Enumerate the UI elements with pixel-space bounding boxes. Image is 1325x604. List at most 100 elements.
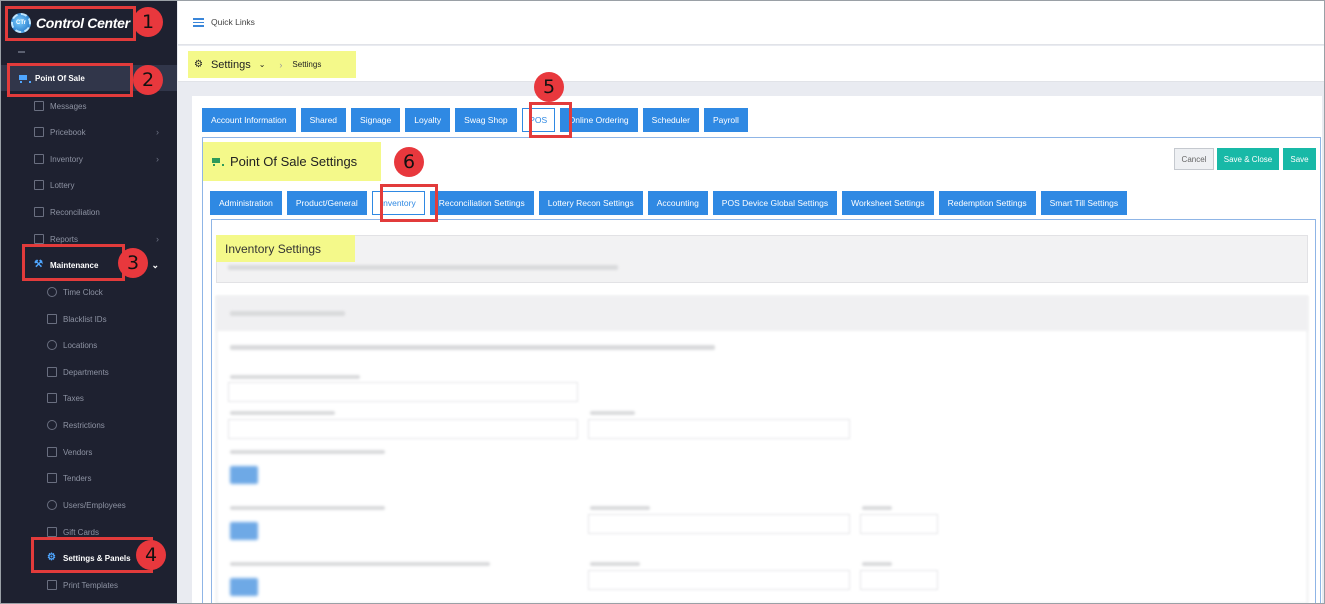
sidebar-item-inventory[interactable]: Inventory › (1, 146, 177, 172)
callout-number-3: 3 (118, 248, 148, 278)
chevron-down-icon: ⌄ (151, 259, 159, 270)
sidebar-subitem-print-templates[interactable]: Print Templates (1, 572, 177, 598)
blurred-text (590, 506, 650, 510)
breadcrumb-bar: ⚙ Settings ⌄ › Settings (178, 46, 1324, 82)
dollar-icon (47, 393, 57, 403)
gear-icon: ⚙ (47, 552, 56, 563)
tab-pos[interactable]: POS (521, 108, 555, 132)
callout-number-6: 6 (394, 147, 424, 177)
sidebar-item-label: Lottery (50, 180, 75, 190)
sidebar-item-label: Locations (63, 340, 98, 350)
sidebar-item-lottery[interactable]: Lottery (1, 172, 177, 198)
sidebar-item-label: Reports (50, 234, 79, 244)
breadcrumb: ⚙ Settings ⌄ › Settings (188, 51, 356, 78)
cart-icon (18, 74, 31, 83)
tab-payroll[interactable]: Payroll (703, 108, 748, 132)
sidebar-subitem-vendors[interactable]: Vendors (1, 439, 177, 465)
callout-number-1: 1 (133, 7, 163, 37)
subtab-pos-device-global-settings[interactable]: POS Device Global Settings (712, 191, 838, 215)
subtab-accounting[interactable]: Accounting (647, 191, 708, 215)
sidebar-item-reconciliation[interactable]: Reconciliation (1, 199, 177, 225)
cancel-button[interactable]: Cancel (1174, 148, 1214, 170)
sidebar-item-pricebook[interactable]: Pricebook › (1, 119, 177, 145)
callout-number-2: 2 (133, 65, 163, 95)
blurred-text (862, 562, 892, 566)
menu-icon (193, 17, 204, 27)
money-icon (47, 473, 57, 483)
subtab-inventory[interactable]: Inventory (371, 191, 425, 215)
subtab-worksheet-settings[interactable]: Worksheet Settings (842, 191, 934, 215)
sidebar-subitem-taxes[interactable]: Taxes (1, 385, 177, 411)
sidebar-subitem-tenders[interactable]: Tenders (1, 465, 177, 491)
sidebar-item-maintenance[interactable]: ⚒ Maintenance ⌄ (1, 252, 177, 278)
collapse-toggle[interactable] (18, 51, 25, 53)
sidebar-subitem-blacklist-ids[interactable]: Blacklist IDs (1, 306, 177, 332)
panel-title-text: Point Of Sale Settings (230, 154, 358, 169)
sidebar-subitem-locations[interactable]: Locations (1, 332, 177, 358)
sidebar-subitem-users-employees[interactable]: Users/Employees (1, 492, 177, 518)
subtab-lottery-recon-settings[interactable]: Lottery Recon Settings (538, 191, 643, 215)
id-card-icon (47, 314, 57, 324)
blurred-field[interactable] (228, 382, 578, 402)
chevron-right-icon: › (156, 234, 159, 244)
blurred-text (590, 411, 635, 415)
sidebar-item-label: Tenders (63, 473, 92, 483)
sidebar-subitem-time-clock[interactable]: Time Clock (1, 279, 177, 305)
subtab-administration[interactable]: Administration (210, 191, 282, 215)
save-button[interactable]: Save (1283, 148, 1316, 170)
ticket-icon (34, 180, 44, 190)
breadcrumb-title[interactable]: Settings (211, 59, 251, 71)
sidebar-item-reports[interactable]: Reports › (1, 226, 177, 252)
tab-online-ordering[interactable]: Online Ordering (559, 108, 638, 132)
print-icon (47, 580, 57, 590)
blurred-field[interactable] (588, 419, 850, 439)
tab-swag-shop[interactable]: Swag Shop (455, 108, 517, 132)
blurred-field[interactable] (588, 570, 850, 590)
clock-icon (47, 287, 57, 297)
tab-account-information[interactable]: Account Information (202, 108, 296, 132)
truck-icon (47, 447, 57, 457)
chart-icon (34, 234, 44, 244)
book-icon (34, 127, 44, 137)
panel-title: Point Of Sale Settings (203, 142, 381, 181)
save-close-button[interactable]: Save & Close (1217, 148, 1279, 170)
subtab-reconciliation-settings[interactable]: Reconciliation Settings (429, 191, 534, 215)
callout-number-4: 4 (136, 540, 166, 570)
subtab-redemption-settings[interactable]: Redemption Settings (938, 191, 1036, 215)
tab-loyalty[interactable]: Loyalty (405, 108, 451, 132)
chevron-down-icon[interactable]: ⌄ (259, 60, 266, 69)
sidebar-item-label: Vendors (63, 447, 93, 457)
blurred-toggle[interactable] (230, 578, 258, 596)
quick-links-button[interactable]: Quick Links (193, 17, 255, 27)
chevron-right-icon: › (156, 127, 159, 137)
blurred-field[interactable] (588, 514, 850, 534)
breadcrumb-separator-icon: › (279, 59, 283, 70)
tab-scheduler[interactable]: Scheduler (642, 108, 699, 132)
blurred-text (230, 411, 335, 415)
inventory-settings-header (216, 235, 1308, 283)
sidebar-item-messages[interactable]: Messages (1, 93, 177, 119)
sidebar-item-label: Gift Cards (63, 527, 100, 537)
app-logo[interactable]: CTr Control Center (11, 9, 130, 37)
sidebar-item-label: Messages (50, 101, 87, 111)
tab-shared[interactable]: Shared (300, 108, 347, 132)
sidebar-item-label: Departments (63, 367, 109, 377)
blurred-field[interactable] (860, 570, 938, 590)
sidebar-item-label: Users/Employees (63, 500, 126, 510)
users-icon (47, 500, 57, 510)
tab-signage[interactable]: Signage (351, 108, 401, 132)
blurred-text (230, 562, 490, 566)
subtab-smart-till-settings[interactable]: Smart Till Settings (1040, 191, 1128, 215)
blurred-field[interactable] (228, 419, 578, 439)
logo-badge-text: CTr (15, 20, 26, 26)
sidebar-subitem-restrictions[interactable]: Restrictions (1, 412, 177, 438)
blurred-field[interactable] (860, 514, 938, 534)
sidebar-subitem-departments[interactable]: Departments (1, 359, 177, 385)
sidebar-item-label: Taxes (63, 393, 84, 403)
blurred-text (230, 311, 345, 316)
gear-icon: ⚙ (194, 59, 203, 70)
document-icon (47, 367, 57, 377)
blurred-toggle[interactable] (230, 522, 258, 540)
subtab-product-general[interactable]: Product/General (286, 191, 367, 215)
blurred-toggle[interactable] (230, 466, 258, 484)
